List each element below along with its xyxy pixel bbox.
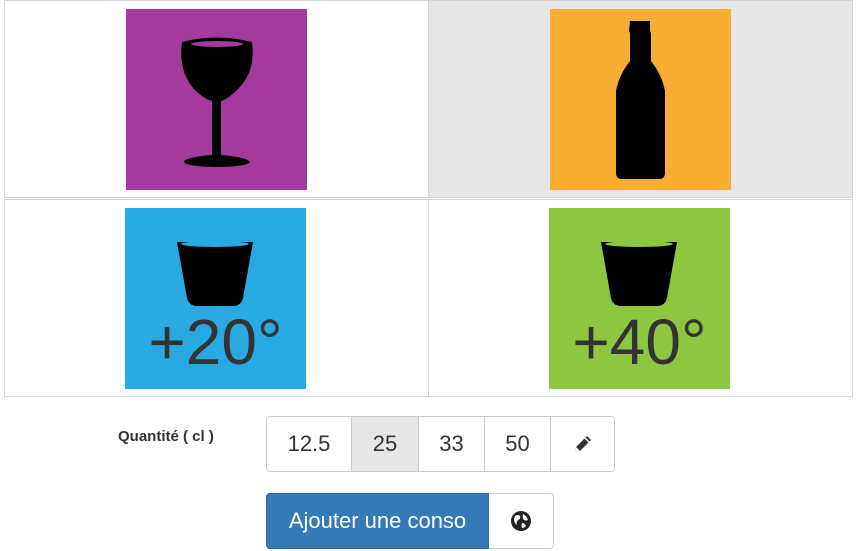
degree-label-40: +40° — [572, 306, 707, 378]
beer-tile-background — [550, 9, 731, 190]
custom-quantity-button[interactable] — [551, 417, 614, 471]
quantity-selector: 12.5 25 33 50 — [266, 416, 615, 472]
quantity-option-12-5[interactable]: 12.5 — [267, 417, 352, 471]
wine-tile-background — [126, 9, 307, 190]
quantity-option-50[interactable]: 50 — [485, 417, 551, 471]
location-button[interactable] — [489, 493, 554, 549]
degree-label-20: +20° — [148, 306, 283, 378]
pencil-icon — [574, 436, 591, 452]
drink-tile-spirit-20[interactable]: +20° — [4, 199, 429, 397]
quantity-option-33[interactable]: 33 — [419, 417, 485, 471]
quantity-option-25[interactable]: 25 — [352, 417, 419, 471]
quantity-label: Quantité ( cl ) — [118, 428, 214, 445]
globe-icon — [511, 511, 531, 531]
add-consumption-button[interactable]: Ajouter une conso — [266, 493, 489, 549]
spirit-40-tile-background: +40° — [549, 208, 730, 389]
drink-tile-beer[interactable] — [428, 0, 853, 198]
spirit-20-tile-background: +20° — [125, 208, 306, 389]
drink-tile-wine[interactable] — [4, 0, 429, 198]
add-consumption-group: Ajouter une conso — [266, 493, 554, 549]
beer-bottle-icon — [616, 21, 665, 179]
drink-tile-spirit-40[interactable]: +40° — [428, 199, 853, 397]
wine-glass-icon — [181, 37, 253, 167]
